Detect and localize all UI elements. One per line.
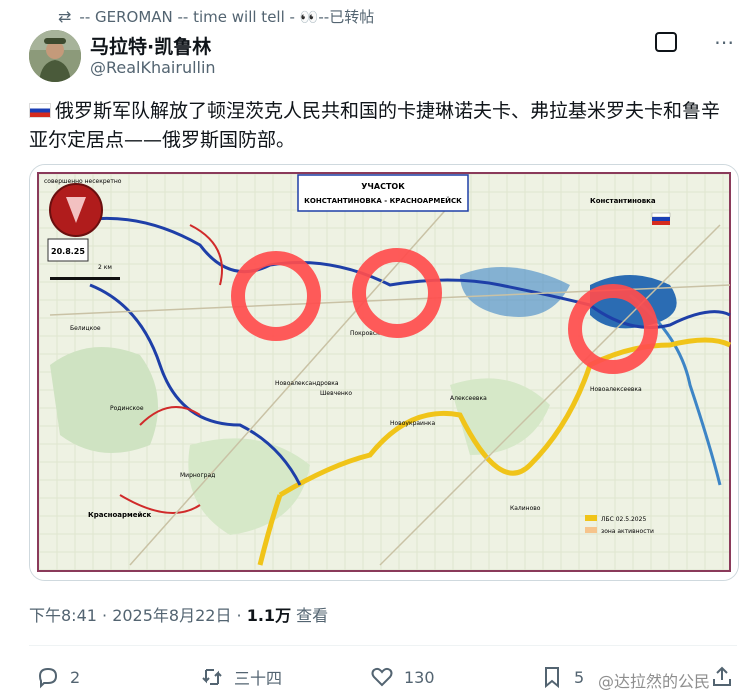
- repost-count: 三十四: [234, 669, 283, 688]
- map-place-label: Шевченко: [320, 390, 352, 397]
- views-label: 查看: [291, 606, 329, 625]
- tweet-media-map[interactable]: УЧАСТОК КОНСТАНТИНОВКА - КРАСНОАРМЕЙСК с…: [29, 164, 739, 581]
- map-place-label: Красноармейск: [88, 511, 152, 519]
- share-button[interactable]: [710, 665, 734, 689]
- view-count: 1.1万: [246, 606, 292, 625]
- map-place-label: Калиново: [510, 505, 541, 512]
- map-scale: 2 км: [98, 264, 112, 271]
- map-title-line2: КОНСТАНТИНОВКА - КРАСНОАРМЕЙСК: [304, 196, 462, 205]
- author-name[interactable]: 马拉特·凯鲁林: [90, 32, 211, 59]
- russia-flag-icon: [29, 103, 51, 118]
- tweet-body: 俄罗斯军队解放了顿涅茨克人民共和国的卡捷琳诺夫卡、弗拉基米罗夫卡和鲁辛亚尔定居点…: [29, 100, 721, 151]
- like-button[interactable]: 130: [370, 665, 435, 689]
- grok-icon[interactable]: [655, 32, 677, 52]
- map-place-label: Алексеевка: [450, 395, 487, 402]
- map-place-label: Новоалександровка: [275, 380, 339, 387]
- map-place-label: Родинское: [110, 405, 144, 412]
- more-options-icon[interactable]: ⋯: [714, 30, 735, 54]
- like-count: 130: [404, 667, 435, 687]
- retweet-text: -- GEROMAN -- time will tell - 👀--已转帖: [79, 8, 375, 26]
- reply-button[interactable]: 2: [36, 665, 80, 689]
- map-place-label: Белицкое: [70, 325, 101, 332]
- share-icon: [713, 666, 731, 686]
- retweet-indicator[interactable]: ⇄ -- GEROMAN -- time will tell - 👀--已转帖: [58, 6, 374, 27]
- bookmark-count: 5: [574, 667, 585, 687]
- divider: [29, 645, 737, 646]
- map-place-label: Мирноград: [180, 472, 215, 479]
- reply-count: 2: [70, 667, 81, 687]
- timestamp[interactable]: 下午8:41 · 2025年8月22日 ·: [29, 606, 247, 625]
- map-place-label: Константиновка: [590, 197, 656, 205]
- legend-front-line: ЛБС 02.5.2025: [601, 516, 646, 523]
- map-place-label: Новоукраинка: [390, 420, 435, 427]
- tweet-meta: 下午8:41 · 2025年8月22日 · 1.1万 查看: [29, 602, 328, 626]
- map-date: 20.8.25: [51, 247, 85, 256]
- repost-button[interactable]: 三十四: [200, 665, 282, 689]
- repost-icon: ⇄: [58, 7, 72, 26]
- bookmark-icon: [545, 667, 559, 689]
- map-place-label: Новоалексеевка: [590, 386, 642, 393]
- heart-icon: [371, 667, 393, 687]
- watermark: @达拉然的公民: [598, 672, 711, 691]
- legend-activity-zone: зона активности: [601, 528, 654, 535]
- repost-icon: [202, 669, 222, 685]
- reply-icon: [38, 667, 58, 689]
- map-title-line1: УЧАСТОК: [361, 182, 405, 191]
- tweet-text: 俄罗斯军队解放了顿涅茨克人民共和国的卡捷琳诺夫卡、弗拉基米罗夫卡和鲁辛亚尔定居点…: [29, 97, 729, 155]
- bookmark-button[interactable]: 5: [540, 665, 584, 689]
- author-handle[interactable]: @RealKhairullin: [90, 58, 216, 77]
- avatar[interactable]: [29, 30, 81, 82]
- map-image: УЧАСТОК КОНСТАНТИНОВКА - КРАСНОАРМЕЙСК с…: [30, 165, 738, 580]
